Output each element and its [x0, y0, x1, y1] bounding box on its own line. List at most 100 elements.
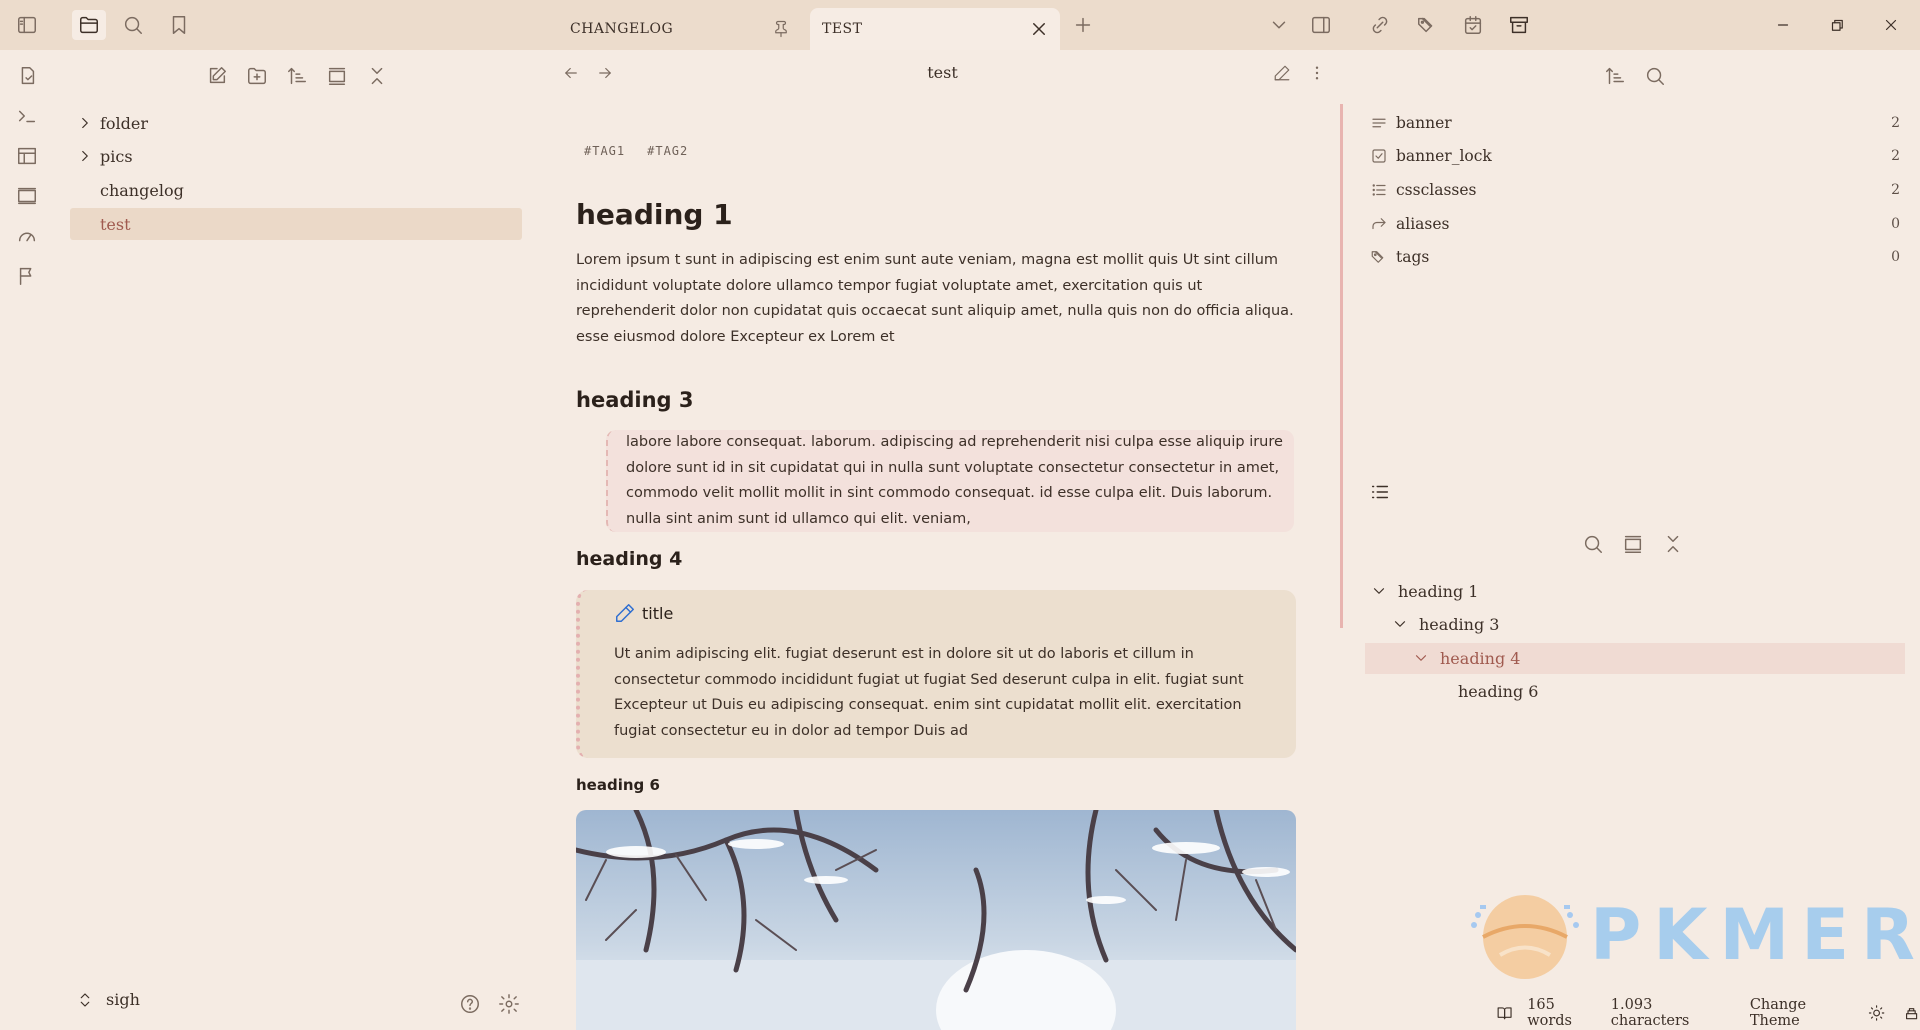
- outline-item-heading-3[interactable]: heading 3: [1391, 609, 1499, 639]
- tree-item-test[interactable]: test: [70, 208, 522, 240]
- sidebar-toggle-button[interactable]: [14, 12, 40, 38]
- collapse-all-button[interactable]: [364, 63, 390, 89]
- maximize-button[interactable]: [1824, 12, 1850, 38]
- ribbon-dashboard[interactable]: [14, 223, 40, 249]
- outline-search-button[interactable]: [1580, 531, 1606, 557]
- backlinks-button[interactable]: [1367, 12, 1393, 38]
- property-count: 2: [1891, 182, 1900, 198]
- collapse-icon: [1667, 535, 1679, 553]
- toggle-edit-button[interactable]: [1269, 60, 1295, 86]
- pencil-icon: [1274, 65, 1290, 81]
- sort-button[interactable]: [284, 63, 310, 89]
- bookmarks-tab-button[interactable]: [166, 12, 192, 38]
- sort-properties-button[interactable]: [1602, 63, 1628, 89]
- property-row[interactable]: tags 0: [1370, 242, 1910, 272]
- outline-label: heading 3: [1419, 614, 1500, 634]
- tab-changelog[interactable]: CHANGELOG: [540, 8, 800, 50]
- vault-switcher[interactable]: sigh: [76, 990, 140, 1009]
- outline-item-heading-6[interactable]: heading 6: [1458, 676, 1538, 706]
- property-name: tags: [1396, 248, 1430, 266]
- panel-icon: [18, 187, 36, 205]
- tab-list-button[interactable]: [1266, 12, 1292, 38]
- note-title[interactable]: test: [880, 63, 1005, 82]
- search-icon: [1646, 67, 1664, 85]
- book-icon[interactable]: [1496, 1004, 1513, 1022]
- sun-icon[interactable]: [1868, 1004, 1885, 1022]
- search-properties-button[interactable]: [1642, 63, 1668, 89]
- new-note-button[interactable]: [204, 63, 230, 89]
- forward-arrow-icon: [1372, 218, 1386, 230]
- restore-icon: [1831, 19, 1843, 31]
- chevron-down-icon: [1373, 588, 1385, 594]
- search-tab-button[interactable]: [120, 12, 146, 38]
- minimize-button[interactable]: [1770, 12, 1796, 38]
- tag-chip[interactable]: #TAG1: [584, 144, 625, 158]
- ribbon-command-palette[interactable]: [14, 103, 40, 129]
- tree-item-changelog[interactable]: changelog: [70, 174, 522, 206]
- search-icon: [1584, 535, 1602, 553]
- tags-button[interactable]: [1414, 12, 1440, 38]
- tags-icon: [1418, 17, 1433, 33]
- ribbon-file-recovery[interactable]: [14, 63, 40, 89]
- tree-item-folder[interactable]: folder: [70, 107, 522, 139]
- outline-item-heading-1[interactable]: heading 1: [1370, 576, 1478, 606]
- more-options-button[interactable]: [1304, 60, 1330, 86]
- archive-button[interactable]: [1506, 12, 1532, 38]
- forward-button[interactable]: [592, 60, 618, 86]
- close-window-button[interactable]: [1878, 12, 1904, 38]
- folder-icon: [80, 16, 98, 34]
- property-row[interactable]: aliases 0: [1370, 209, 1910, 239]
- property-count: 0: [1891, 249, 1900, 265]
- tree-item-pics[interactable]: pics: [70, 140, 522, 172]
- ribbon-flag[interactable]: [14, 263, 40, 289]
- outline-item-heading-4[interactable]: heading 4: [1412, 643, 1520, 673]
- property-row[interactable]: banner_lock 2: [1370, 141, 1910, 171]
- arrow-right-icon: [599, 67, 611, 79]
- terminal-icon: [18, 110, 36, 123]
- gauge-icon: [18, 232, 36, 242]
- property-name: cssclasses: [1396, 181, 1477, 199]
- arrow-left-icon: [565, 67, 577, 79]
- snowy-trees-image: [576, 810, 1296, 1030]
- callout-title: title: [642, 603, 674, 623]
- outline-collapse-button[interactable]: [1660, 531, 1686, 557]
- chevron-down-icon: [1272, 21, 1286, 29]
- settings-button[interactable]: [496, 991, 522, 1017]
- file-explorer-tab-button[interactable]: [72, 10, 106, 40]
- close-icon: [1885, 19, 1897, 31]
- new-tab-button[interactable]: [1070, 12, 1096, 38]
- property-name: aliases: [1396, 215, 1450, 233]
- calendar-button[interactable]: [1460, 12, 1486, 38]
- help-button[interactable]: [457, 991, 483, 1017]
- layers-icon[interactable]: [1903, 1004, 1920, 1022]
- close-tab-icon[interactable]: [1030, 20, 1048, 38]
- expand-icon: [1624, 535, 1642, 553]
- property-row[interactable]: cssclasses 2: [1370, 175, 1910, 205]
- chevron-right-icon: [70, 114, 100, 132]
- outline-expand-button[interactable]: [1620, 531, 1646, 557]
- list-icon: [1372, 184, 1386, 196]
- ribbon-templates[interactable]: [14, 143, 40, 169]
- scrollbar-thumb[interactable]: [1340, 104, 1343, 628]
- pin-icon[interactable]: [772, 20, 790, 38]
- heading-6: heading 6: [576, 776, 660, 794]
- outline-tab-button[interactable]: [1367, 479, 1393, 505]
- property-name: banner: [1396, 114, 1452, 132]
- vault-name: sigh: [106, 990, 140, 1009]
- new-folder-button[interactable]: [244, 63, 270, 89]
- change-theme-button[interactable]: Change Theme: [1750, 997, 1856, 1029]
- heading-4: heading 4: [576, 548, 683, 570]
- help-icon: [461, 995, 479, 1013]
- bookmark-icon: [172, 16, 186, 34]
- right-sidebar-toggle-button[interactable]: [1308, 12, 1334, 38]
- tree-item-label: changelog: [100, 180, 184, 200]
- expand-all-button[interactable]: [324, 63, 350, 89]
- back-button[interactable]: [558, 60, 584, 86]
- tab-test[interactable]: TEST: [810, 8, 1060, 50]
- property-row[interactable]: banner 2: [1370, 108, 1910, 138]
- ribbon-canvas[interactable]: [14, 183, 40, 209]
- lines-icon: [1372, 118, 1386, 128]
- right-sidebar-icon: [1312, 16, 1330, 34]
- tag-chip[interactable]: #TAG2: [647, 144, 688, 158]
- tree-item-label: test: [100, 214, 131, 234]
